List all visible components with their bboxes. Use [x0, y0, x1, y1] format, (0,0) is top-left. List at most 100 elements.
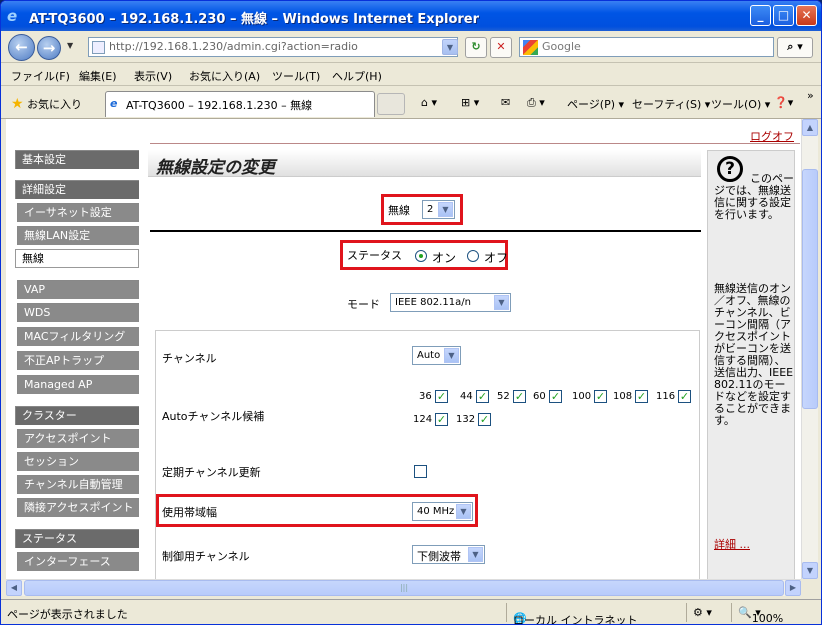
channel-checkbox[interactable]: ✓	[678, 390, 691, 403]
chevron-down-icon: ▼	[468, 547, 483, 562]
mail-icon[interactable]: ✉	[501, 96, 510, 109]
sidebar-item[interactable]: ステータス	[15, 529, 139, 548]
menu-help[interactable]: ヘルプ(H)	[332, 68, 382, 84]
stop-button[interactable]: ✕	[490, 37, 512, 58]
status-label: ステータス	[347, 249, 402, 262]
favorites-bar: ★ お気に入り e AT-TQ3600 – 192.168.1.230 – 無線…	[1, 87, 821, 119]
channel-settings-box	[155, 330, 700, 579]
print-icon[interactable]: ⎙ ▾	[527, 96, 545, 110]
sidebar-item[interactable]: クラスター	[15, 406, 139, 425]
hscroll-thumb[interactable]: |||	[24, 580, 784, 596]
zoom-control[interactable]: 🔍 100% ▾	[738, 606, 783, 624]
sidebar-item[interactable]: 隣接アクセスポイント	[17, 498, 139, 517]
help-icon[interactable]: ❓▾	[774, 96, 793, 109]
sidebar-item[interactable]: 無線	[15, 249, 139, 268]
divider	[150, 143, 800, 144]
search-input[interactable]: Google	[519, 37, 774, 57]
browser-tab[interactable]: e AT-TQ3600 – 192.168.1.230 – 無線	[105, 91, 375, 117]
sidebar-item[interactable]: WDS	[17, 303, 139, 322]
address-dropdown-icon[interactable]: ▼	[442, 39, 458, 55]
safety-menu[interactable]: セーフティ(S) ▾	[632, 96, 710, 112]
bandwidth-select[interactable]: 40 MHz ▼	[412, 502, 473, 521]
channel-select[interactable]: Auto ▼	[412, 346, 461, 365]
channel-checkbox[interactable]: ✓	[435, 390, 448, 403]
home-icon[interactable]: ⌂ ▾	[421, 96, 437, 109]
chevron-right-icon[interactable]: »	[807, 89, 814, 102]
history-dropdown-icon[interactable]: ▼	[67, 41, 73, 50]
scroll-down-button[interactable]: ▼	[802, 562, 818, 579]
close-button[interactable]: ✕	[796, 5, 817, 26]
periodic-update-checkbox[interactable]: ✓	[414, 465, 427, 478]
channel-option-label: 36	[419, 391, 432, 402]
sidebar-item[interactable]: チャンネル自動管理	[17, 475, 139, 494]
channel-checkbox[interactable]: ✓	[513, 390, 526, 403]
scroll-left-button[interactable]: ◀	[6, 580, 22, 596]
chevron-down-icon: ▼	[438, 202, 453, 217]
channel-option-label: 108	[613, 391, 633, 402]
scroll-up-button[interactable]: ▲	[802, 119, 818, 136]
minimize-button[interactable]: _	[750, 5, 771, 26]
feeds-icon[interactable]: ⊞ ▾	[461, 96, 479, 109]
help-text-detail: 無線送信のオン／オフ、無線のチャンネル、ビーコン間隔（アクセスポイントがビーコン…	[714, 282, 794, 427]
menu-edit[interactable]: 編集(E)	[79, 68, 117, 84]
channel-checkbox[interactable]: ✓	[549, 390, 562, 403]
new-tab-button[interactable]	[377, 93, 405, 115]
sidebar-item[interactable]: 無線LAN設定	[17, 226, 139, 245]
divider	[686, 603, 687, 622]
sidebar-item[interactable]: Managed AP	[17, 375, 139, 394]
address-input[interactable]: http://192.168.1.230/admin.cgi?action=ra…	[88, 37, 458, 57]
control-channel-select[interactable]: 下側波帯 ▼	[412, 545, 485, 564]
divider	[731, 603, 732, 622]
channel-checkbox[interactable]: ✓	[635, 390, 648, 403]
tab-ie-icon: e	[110, 97, 118, 110]
channel-checkbox[interactable]: ✓	[476, 390, 489, 403]
channel-option-label: 100	[572, 391, 592, 402]
channel-checkbox[interactable]: ✓	[435, 413, 448, 426]
help-more-link[interactable]: 詳細 ...	[714, 536, 750, 552]
search-button[interactable]: ⌕ ▾	[777, 37, 813, 58]
menu-view[interactable]: 表示(V)	[134, 68, 172, 84]
menu-tools[interactable]: ツール(T)	[272, 68, 320, 84]
address-toolbar: ← → ▼ http://192.168.1.230/admin.cgi?act…	[1, 31, 821, 63]
menu-favorites[interactable]: お気に入り(A)	[189, 68, 260, 84]
channel-label: チャンネル	[162, 352, 217, 365]
maximize-button[interactable]: □	[773, 5, 794, 26]
ie-logo-icon: e	[7, 7, 18, 25]
chevron-down-icon: ▼	[444, 348, 459, 363]
status-on-radio[interactable]	[415, 250, 427, 262]
title-bar[interactable]: e AT-TQ3600 – 192.168.1.230 – 無線 – Windo…	[1, 1, 821, 31]
divider	[150, 230, 701, 232]
back-button[interactable]: ←	[8, 34, 35, 61]
favorites-button[interactable]: ★ お気に入り	[11, 96, 82, 112]
mode-select[interactable]: IEEE 802.11a/n ▼	[390, 293, 511, 312]
periodic-update-label: 定期チャンネル更新	[162, 466, 261, 479]
vertical-scrollbar[interactable]: ▲ ▼	[801, 119, 818, 579]
sidebar-item[interactable]: セッション	[17, 452, 139, 471]
sidebar-item[interactable]: イーサネット設定	[17, 203, 139, 222]
tools-menu[interactable]: ツール(O) ▾	[711, 96, 770, 112]
radio-select[interactable]: 2 ▼	[422, 200, 455, 219]
channel-option-label: 124	[413, 414, 433, 425]
refresh-button[interactable]: ↻	[465, 37, 487, 58]
sidebar-item[interactable]: アクセスポイント	[17, 429, 139, 448]
page-menu[interactable]: ページ(P) ▾	[567, 96, 624, 112]
channel-checkbox[interactable]: ✓	[478, 413, 491, 426]
protected-mode-icon[interactable]: ⚙ ▾	[693, 606, 712, 619]
help-panel: ? このページでは、無線送信に関する設定を行います。 無線送信のオン／オフ、無線…	[707, 150, 795, 579]
logout-link[interactable]: ログオフ	[750, 128, 794, 144]
scroll-thumb[interactable]	[802, 169, 818, 409]
sidebar-item[interactable]: インターフェース	[17, 552, 139, 571]
sidebar-item[interactable]: 基本設定	[15, 150, 139, 169]
menu-file[interactable]: ファイル(F)	[11, 68, 70, 84]
scroll-right-button[interactable]: ▶	[785, 580, 801, 596]
divider	[506, 603, 507, 622]
status-bar: ページが表示されました 🌐 ローカル イントラネット ⚙ ▾ 🔍 100% ▾	[1, 599, 821, 624]
sidebar-item[interactable]: 詳細設定	[15, 180, 139, 199]
status-off-radio[interactable]	[467, 250, 479, 262]
sidebar-item[interactable]: VAP	[17, 280, 139, 299]
sidebar-item[interactable]: MACフィルタリング	[17, 327, 139, 346]
sidebar-item[interactable]: 不正APトラップ	[17, 351, 139, 370]
channel-checkbox[interactable]: ✓	[594, 390, 607, 403]
forward-button[interactable]: →	[37, 36, 61, 60]
horizontal-scrollbar[interactable]: ◀ ||| ▶	[6, 579, 801, 596]
